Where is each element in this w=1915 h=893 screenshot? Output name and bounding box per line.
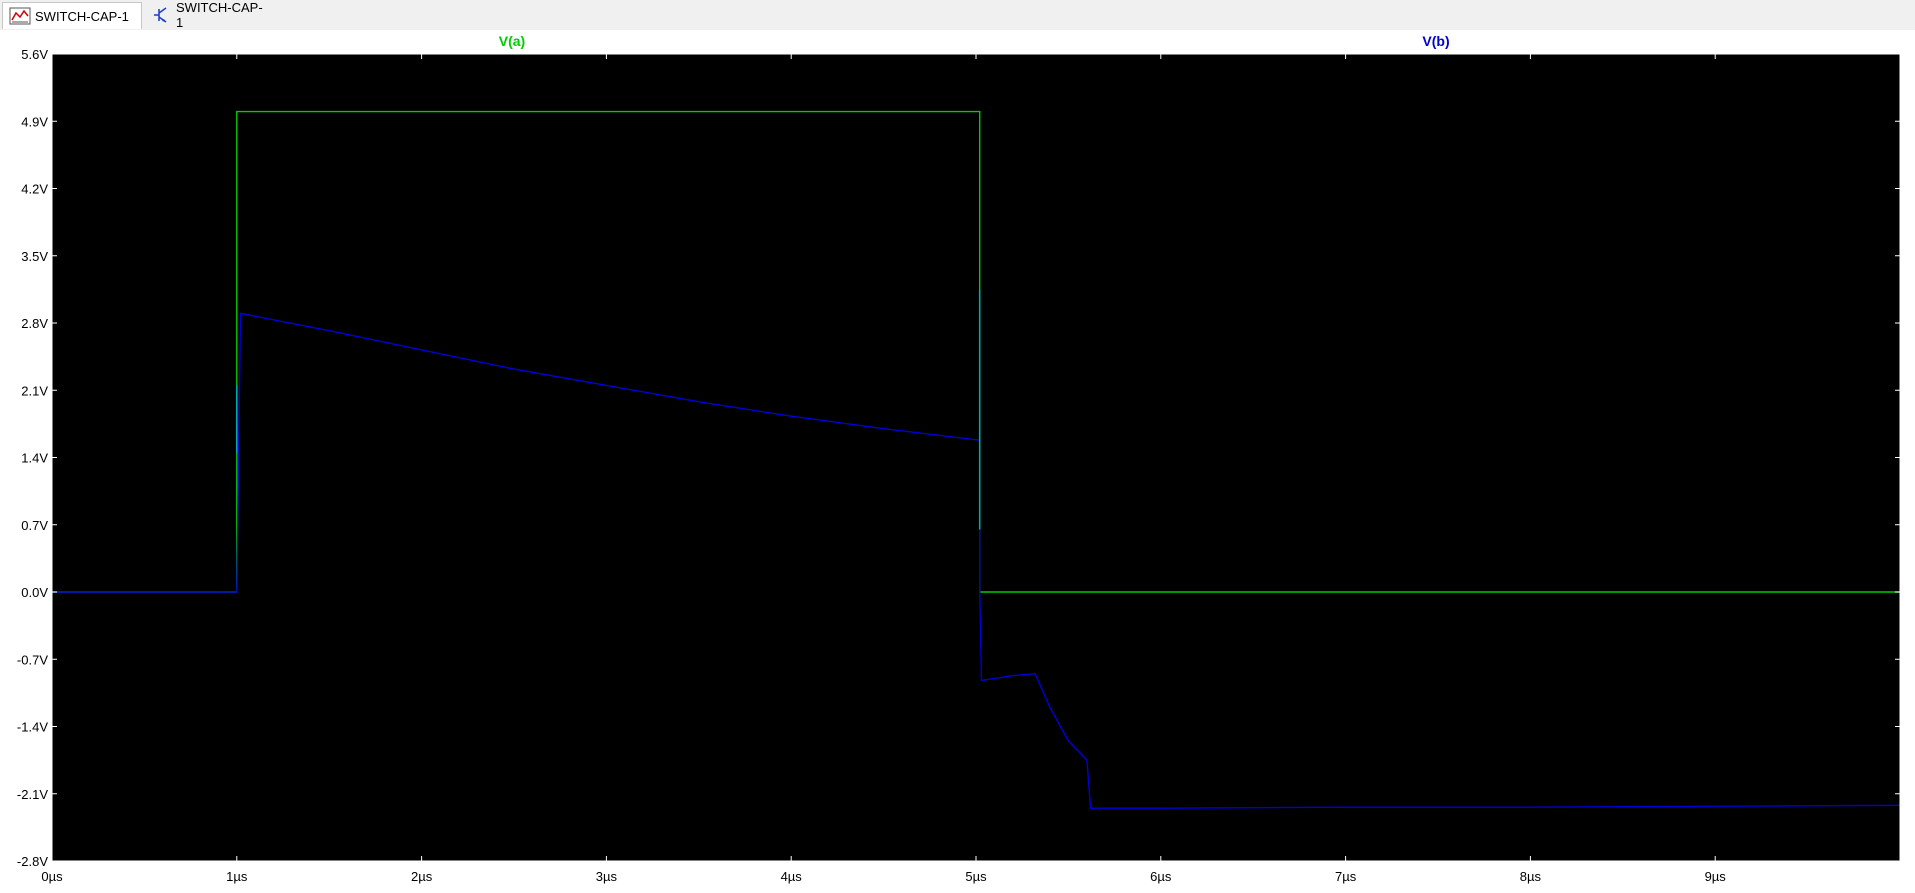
y-tick-label: -2.8V — [17, 854, 48, 869]
plot-canvas — [52, 54, 1900, 861]
legend-label-v-a: V(a) — [499, 33, 525, 49]
x-tick-label: 4µs — [781, 869, 803, 884]
y-tick-label: 4.2V — [21, 182, 48, 197]
y-tick-label: 0.7V — [21, 518, 48, 533]
legend-label-v-b: V(b) — [1422, 33, 1449, 49]
y-tick-label: 1.4V — [21, 451, 48, 466]
y-tick-label: -1.4V — [17, 720, 48, 735]
waveform-plot-area[interactable]: 5.6V 4.9V 4.2V 3.5V 2.8V 2.1V 1.4V 0.7V 0.0V -0.7… — [0, 30, 1915, 893]
schematic-icon — [150, 6, 172, 24]
y-tick-label: 3.5V — [21, 249, 48, 264]
x-tick-label: 2µs — [411, 869, 433, 884]
y-tick-label: 4.9V — [21, 114, 48, 129]
tab-label: SWITCH-CAP-1 — [35, 8, 129, 24]
x-tick-label: 9µs — [1705, 869, 1727, 884]
tab-label: SWITCH-CAP-1 — [176, 0, 263, 30]
tab-schematic[interactable]: SWITCH-CAP-1 — [144, 0, 278, 30]
waveform-icon — [9, 7, 31, 25]
y-tick-label: 0.0V — [21, 585, 48, 600]
x-tick-label: 7µs — [1335, 869, 1357, 884]
x-tick-label: 6µs — [1150, 869, 1172, 884]
x-tick-label: 5µs — [965, 869, 987, 884]
y-tick-label: -2.1V — [17, 787, 48, 802]
y-tick-label: -0.7V — [17, 652, 48, 667]
x-tick-label: 3µs — [596, 869, 618, 884]
y-tick-label: 2.1V — [21, 383, 48, 398]
x-tick-label: 8µs — [1520, 869, 1542, 884]
x-tick-label: 0µs — [41, 869, 63, 884]
y-tick-label: 5.6V — [21, 47, 48, 62]
tab-waveform[interactable]: SWITCH-CAP-1 — [2, 2, 142, 29]
y-tick-label: 2.8V — [21, 316, 48, 331]
x-tick-label: 1µs — [226, 869, 248, 884]
document-tab-bar: SWITCH-CAP-1 SWITCH-CAP-1 — [0, 0, 1915, 31]
